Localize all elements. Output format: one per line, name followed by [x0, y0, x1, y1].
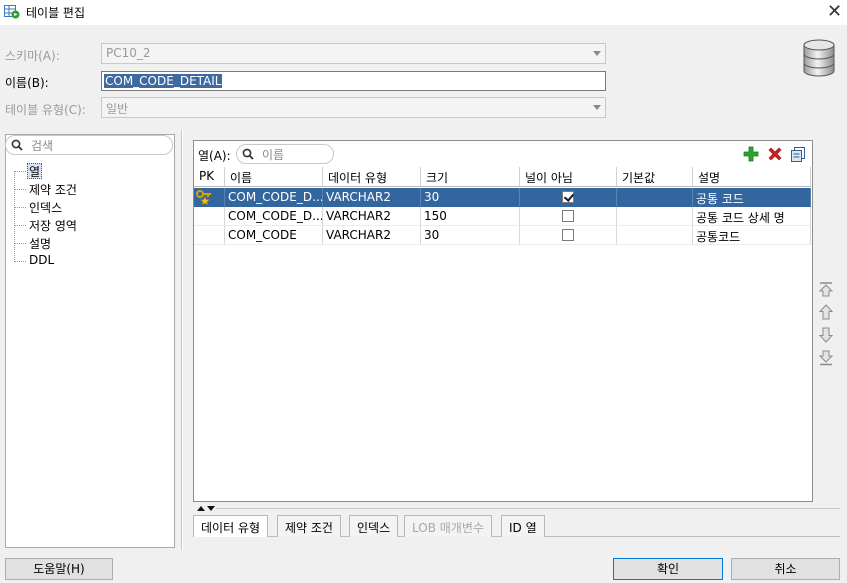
tab-indexes[interactable]: 인덱스	[349, 515, 399, 537]
tree-connector	[14, 189, 26, 190]
table-type-combo[interactable]: 일반	[101, 97, 606, 118]
tab-data-type[interactable]: 데이터 유형	[193, 515, 269, 537]
help-button[interactable]: 도움말(H)	[5, 558, 113, 580]
panel-divider	[216, 508, 840, 509]
name-cell[interactable]: COM_CODE_D...	[225, 188, 323, 207]
nav-search-placeholder: 검색	[31, 139, 54, 153]
column-header-default[interactable]: 기본값	[617, 167, 693, 187]
type-cell[interactable]: VARCHAR2	[323, 226, 421, 245]
name-cell[interactable]: COM_CODE_D...	[225, 207, 323, 226]
tab-constraints[interactable]: 제약 조건	[277, 515, 341, 537]
type-cell[interactable]: VARCHAR2	[323, 188, 421, 207]
schema-combo[interactable]: PC10_2	[101, 43, 606, 64]
move-down-icon[interactable]	[818, 327, 834, 343]
tree-connector	[14, 261, 26, 262]
app-table-icon	[4, 5, 20, 19]
column-header-type[interactable]: 데이터 유형	[323, 167, 421, 187]
tree-connector	[14, 171, 26, 172]
nav-item-ddl[interactable]: DDL	[29, 253, 54, 267]
tab-lob-parameters[interactable]: LOB 매개변수	[404, 515, 492, 537]
column-header-size[interactable]: 크기	[421, 167, 520, 187]
pk-cell	[194, 188, 225, 207]
tree-connector	[14, 225, 26, 226]
add-column-icon[interactable]	[743, 146, 759, 162]
chevron-down-icon	[593, 105, 601, 110]
table-type-value: 일반	[106, 102, 129, 116]
database-icon	[803, 39, 835, 77]
comment-cell[interactable]: 공통코드	[693, 226, 811, 245]
column-header-comment[interactable]: 설명	[693, 167, 811, 187]
window-title: 테이블 편집	[26, 6, 86, 20]
table-name-input[interactable]: COM_CODE_DETAIL	[101, 71, 606, 91]
size-cell[interactable]: 30	[421, 188, 520, 207]
not-null-cell	[520, 207, 617, 226]
not-null-checkbox[interactable]	[562, 191, 574, 203]
default-cell[interactable]	[617, 226, 693, 245]
ok-button[interactable]: 확인	[613, 558, 723, 580]
not-null-cell	[520, 188, 617, 207]
comment-cell[interactable]: 공통 코드	[693, 188, 811, 207]
pk-cell	[194, 207, 225, 226]
delete-column-icon[interactable]	[767, 146, 783, 162]
default-cell[interactable]	[617, 207, 693, 226]
nav-item-storage[interactable]: 저장 영역	[29, 217, 77, 234]
move-to-top-icon[interactable]	[818, 281, 834, 297]
column-search-input[interactable]: 이름	[236, 144, 334, 164]
tree-connector	[14, 243, 26, 244]
not-null-checkbox[interactable]	[562, 210, 574, 222]
not-null-cell	[520, 226, 617, 245]
tab-identity-column[interactable]: ID 열	[501, 515, 545, 537]
column-header-pk[interactable]: PK	[194, 167, 225, 187]
nav-item-indexes[interactable]: 인덱스	[29, 199, 62, 216]
primary-key-icon	[196, 190, 211, 205]
nav-search-input[interactable]: 검색	[5, 135, 173, 155]
copy-column-icon[interactable]	[790, 146, 806, 162]
size-cell[interactable]: 150	[421, 207, 520, 226]
comment-cell[interactable]: 공통 코드 상세 명	[693, 207, 811, 226]
default-cell[interactable]	[617, 188, 693, 207]
tree-connector	[14, 207, 26, 208]
schema-label: 스키마(A):	[5, 49, 60, 63]
column-search-placeholder: 이름	[262, 148, 285, 162]
collapse-panel-icon[interactable]	[196, 504, 216, 512]
pk-cell	[194, 226, 225, 245]
table-type-label: 테이블 유형(C):	[5, 103, 86, 117]
nav-item-constraints[interactable]: 제약 조건	[29, 181, 77, 198]
close-button[interactable]: ✕	[822, 0, 847, 25]
move-to-bottom-icon[interactable]	[818, 350, 834, 366]
table-name-value: COM_CODE_DETAIL	[104, 74, 223, 88]
name-cell[interactable]: COM_CODE	[225, 226, 323, 245]
chevron-down-icon	[593, 51, 601, 56]
search-icon	[11, 139, 23, 151]
column-header-name[interactable]: 이름	[225, 167, 323, 187]
column-header-not-null[interactable]: 널이 아님	[520, 167, 617, 187]
cancel-button[interactable]: 취소	[731, 558, 840, 580]
columns-label: 열(A):	[198, 149, 231, 163]
nav-item-columns[interactable]: 열	[29, 163, 40, 180]
move-up-icon[interactable]	[818, 304, 834, 320]
size-cell[interactable]: 30	[421, 226, 520, 245]
search-icon	[242, 148, 254, 160]
not-null-checkbox[interactable]	[562, 229, 574, 241]
schema-value: PC10_2	[106, 46, 151, 60]
panel-splitter[interactable]	[181, 130, 183, 550]
tree-connector	[14, 171, 15, 262]
name-label: 이름(B):	[5, 76, 49, 90]
title-bar	[0, 0, 847, 25]
nav-item-comment[interactable]: 설명	[29, 235, 51, 252]
type-cell[interactable]: VARCHAR2	[323, 207, 421, 226]
